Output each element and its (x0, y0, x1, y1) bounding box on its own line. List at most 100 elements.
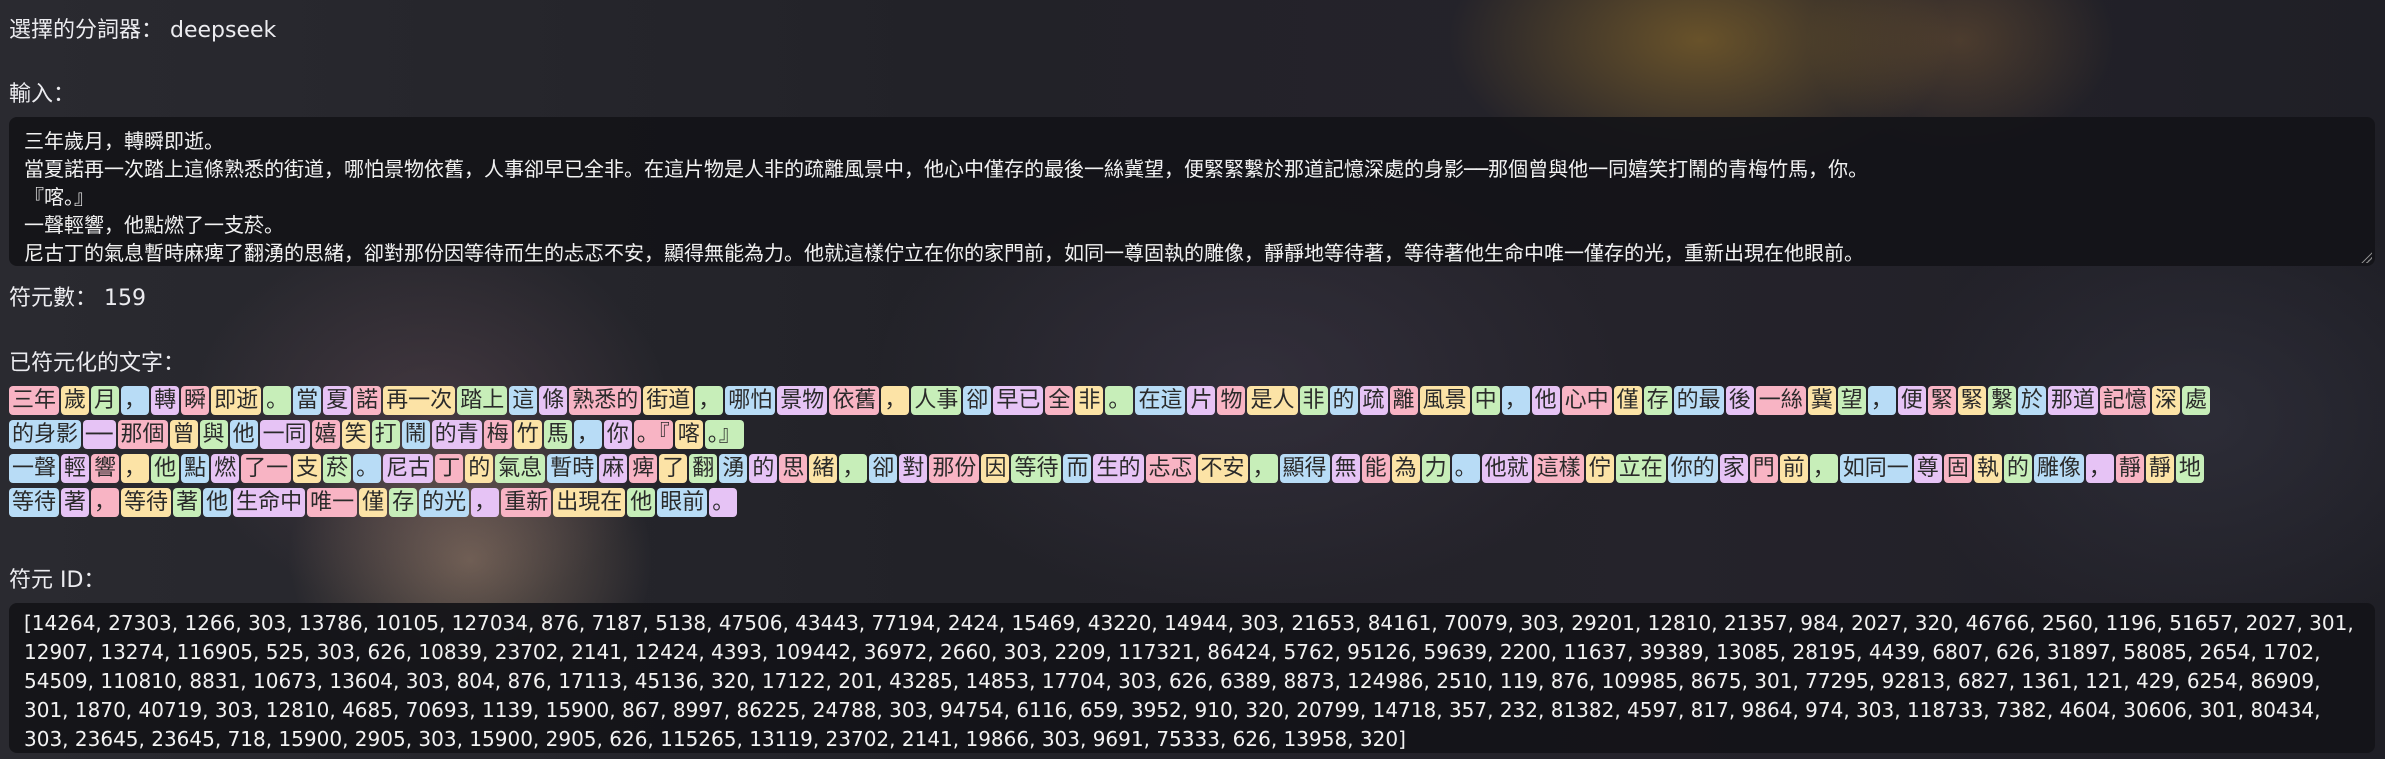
token-chip: 僅 (359, 488, 388, 517)
token-chip: 馬 (543, 420, 572, 449)
token-chip: ， (471, 488, 500, 517)
token-chip: ── (83, 420, 116, 449)
token-chip: 瞬 (181, 386, 210, 415)
token-chip: 因 (981, 454, 1010, 483)
token-chip: 唯一 (307, 488, 358, 517)
token-chip: 那道 (2047, 386, 2098, 415)
token-chip: 一絲 (1755, 386, 1806, 415)
token-ids-output[interactable]: [14264, 27303, 1266, 303, 13786, 10105, … (9, 603, 2375, 753)
token-chip: 三年 (9, 386, 60, 415)
tokenizer-label: 選擇的分詞器： (9, 18, 164, 43)
token-chip: 雕像 (2033, 454, 2084, 483)
token-chip: 踏上 (457, 386, 508, 415)
token-chip: 無 (1331, 454, 1360, 483)
token-chip: 菸 (323, 454, 352, 483)
token-chip: 燃 (211, 454, 240, 483)
token-row: 一聲輕響，他點燃了一支菸。尼古丁的氣息 暫時麻痺了翻湧的思緒，卻對那份因等待而生的… (9, 452, 2371, 486)
token-chip: 能 (1361, 454, 1390, 483)
token-chip: 再一次 (383, 386, 456, 415)
token-row: 等待著，等待著他生命中 唯一僅存的光，重新 出現在他眼前。 (9, 486, 2371, 520)
input-line: 一聲輕響，他點燃了一支菸。 (24, 213, 284, 237)
token-chip: 緊 (1957, 386, 1986, 415)
input-line: 尼古丁的氣息暫時麻痺了翻湧的思緒，卻對那份因等待而生的忐忑不安，顯得無能為力。他… (24, 241, 1864, 265)
token-chip: 離 (1389, 386, 1418, 415)
token-chip: 條 (539, 386, 568, 415)
token-chip: ， (121, 386, 150, 415)
token-chip: 疏 (1359, 386, 1388, 415)
token-chip: ， (839, 454, 868, 483)
token-chip: 靜 (2145, 454, 2174, 483)
token-chip: 的 (465, 454, 494, 483)
token-chip: 處 (2181, 386, 2210, 415)
token-chip: 景物 (777, 386, 828, 415)
token-chip: 與 (199, 420, 228, 449)
token-chip: 笑 (341, 420, 370, 449)
resize-handle[interactable] (2360, 251, 2372, 263)
token-chip: 梅 (483, 420, 512, 449)
token-chip: 。 (1451, 454, 1480, 483)
token-chip: 一聲 (9, 454, 60, 483)
token-chip: 出現在 (553, 488, 626, 517)
token-chip: 重新 (501, 488, 552, 517)
token-chip: 夏 (323, 386, 352, 415)
token-chip: 地 (2175, 454, 2204, 483)
token-chip: 他 (229, 420, 258, 449)
token-row: 的身影 ── 那個曾與他一同嬉笑打鬧的青梅竹馬，你。『喀。』 (9, 418, 2371, 452)
token-chip: 為 (1391, 454, 1420, 483)
token-chip: 轉 (151, 386, 180, 415)
token-chip: 他 (151, 454, 180, 483)
token-chip: ， (573, 420, 602, 449)
token-chip: 當 (293, 386, 322, 415)
token-chip: 他 (1531, 386, 1560, 415)
token-chip: 卻 (869, 454, 898, 483)
token-chip: 執 (1973, 454, 2002, 483)
token-chip: 他 (627, 488, 656, 517)
token-chip: 人事 (911, 386, 962, 415)
token-chip: ， (1809, 454, 1838, 483)
token-chip: 靜 (2115, 454, 2144, 483)
input-textarea[interactable]: 三年歲月，轉瞬即逝。 當夏諾再一次踏上這條熟悉的街道，哪怕景物依舊，人事卻早已全… (9, 117, 2375, 266)
token-chip: 熟悉的 (569, 386, 642, 415)
token-chip: 月 (91, 386, 120, 415)
token-chip: 的身影 (9, 420, 82, 449)
token-chip: 不安 (1197, 454, 1248, 483)
token-chip: 對 (899, 454, 928, 483)
token-chip: 打 (371, 420, 400, 449)
token-chip: 。 (709, 488, 738, 517)
token-chip: 你的 (1667, 454, 1718, 483)
token-chip: 等待 (1011, 454, 1062, 483)
token-chip: 如同一 (1839, 454, 1912, 483)
token-chip: 著 (173, 488, 202, 517)
token-chip: 點 (181, 454, 210, 483)
token-chip: 。『 (633, 420, 673, 449)
token-chip: ， (881, 386, 910, 415)
token-chip: 的最 (1673, 386, 1724, 415)
token-chip: 忐忑 (1145, 454, 1196, 483)
token-chip: 等待 (9, 488, 60, 517)
tokenizer-selection: 選擇的分詞器： deepseek (9, 12, 276, 44)
token-chip: 固 (1943, 454, 1972, 483)
token-chip: 這 (509, 386, 538, 415)
token-chip: 的青 (431, 420, 482, 449)
token-chip: 早已 (993, 386, 1044, 415)
token-chip: 的 (1329, 386, 1358, 415)
token-chip: 他就 (1481, 454, 1532, 483)
token-chip: 氣息 (495, 454, 546, 483)
tokenizer-value: deepseek (170, 18, 277, 43)
token-chip: 僅 (1613, 386, 1642, 415)
token-chip: 眼前 (657, 488, 708, 517)
token-chip: ， (695, 386, 724, 415)
token-chip: 諾 (353, 386, 382, 415)
token-chip: 緒 (809, 454, 838, 483)
token-chip: 繫 (1987, 386, 2016, 415)
token-chip: 心中 (1561, 386, 1612, 415)
token-chip: 於 (2017, 386, 2046, 415)
token-chip: 緊 (1927, 386, 1956, 415)
token-chip: 丁 (435, 454, 464, 483)
input-line: 『喀。』 (24, 185, 94, 209)
token-chip: 。 (263, 386, 292, 415)
token-chip: 。 (353, 454, 382, 483)
token-chip: 思 (779, 454, 808, 483)
token-chip: 曾 (169, 420, 198, 449)
token-chip: 非 (1075, 386, 1104, 415)
